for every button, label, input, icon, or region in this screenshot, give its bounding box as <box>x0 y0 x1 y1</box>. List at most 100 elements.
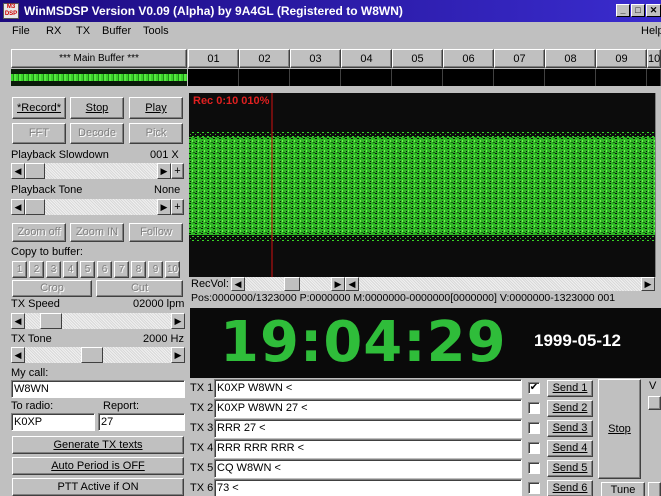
copy-slot-button[interactable]: 10 <box>165 261 180 278</box>
fft-button[interactable]: FFT <box>12 123 66 144</box>
crop-button[interactable]: Crop <box>12 280 92 297</box>
zoom-off-button[interactable]: Zoom off <box>12 223 66 242</box>
to-radio-field[interactable]: K0XP <box>11 413 95 431</box>
scroll-left-icon[interactable]: ◀ <box>11 347 25 363</box>
tx-send-button[interactable]: Send 4 <box>547 440 593 457</box>
menu-help[interactable]: Help <box>641 22 661 40</box>
buffer-slot-tab[interactable]: 06 <box>443 49 494 68</box>
buffer-slot-tab[interactable]: 08 <box>545 49 596 68</box>
tx-text-field[interactable]: RRR 27 < <box>214 419 522 438</box>
slowdown-plus-button[interactable]: + <box>171 163 184 179</box>
tx-tone-slider[interactable]: ◀ ▶ <box>11 347 185 363</box>
buffer-slot-preview[interactable] <box>290 69 341 86</box>
pick-button[interactable]: Pick <box>129 123 183 144</box>
right-panel-button-bottom[interactable] <box>648 482 661 496</box>
tx-text-field[interactable]: RRR RRR RRR < <box>214 439 522 458</box>
tx-send-button[interactable]: Send 5 <box>547 460 593 477</box>
scroll-left-icon[interactable]: ◀ <box>345 277 359 291</box>
menu-tx[interactable]: TX <box>76 22 90 40</box>
record-button[interactable]: *Record* <box>12 97 66 119</box>
copy-slot-button[interactable]: 1 <box>12 261 27 278</box>
scroll-left-icon[interactable]: ◀ <box>11 163 25 179</box>
zoom-in-button[interactable]: Zoom IN <box>70 223 124 242</box>
copy-slot-button[interactable]: 6 <box>97 261 112 278</box>
scroll-right-icon[interactable]: ▶ <box>641 277 655 291</box>
menu-file[interactable]: File <box>12 22 30 40</box>
tx-speed-slider[interactable]: ◀ ▶ <box>11 313 185 329</box>
tx-checkbox[interactable] <box>528 422 540 434</box>
slider-thumb[interactable] <box>80 347 103 363</box>
playback-slowdown-slider[interactable]: ◀ ▶ <box>11 163 171 179</box>
generate-tx-button[interactable]: Generate TX texts <box>12 436 184 454</box>
buffer-slot-tab[interactable]: 10 <box>647 49 661 68</box>
main-buffer-tab[interactable]: *** Main Buffer *** <box>11 49 187 68</box>
tx-checkbox[interactable]: ✔ <box>528 382 540 394</box>
buffer-slot-preview[interactable] <box>341 69 392 86</box>
tune-button[interactable]: Tune <box>601 482 645 496</box>
tx-text-field[interactable]: K0XP W8WN < <box>214 379 522 398</box>
menu-rx[interactable]: RX <box>46 22 61 40</box>
menu-buffer[interactable]: Buffer <box>102 22 131 40</box>
buffer-slot-tab[interactable]: 05 <box>392 49 443 68</box>
decode-button[interactable]: Decode <box>70 123 124 144</box>
buffer-slot-preview[interactable] <box>239 69 290 86</box>
copy-slot-button[interactable]: 3 <box>46 261 61 278</box>
tx-checkbox[interactable] <box>528 442 540 454</box>
copy-slot-button[interactable]: 4 <box>63 261 78 278</box>
tx-send-button[interactable]: Send 2 <box>547 400 593 417</box>
scroll-right-icon[interactable]: ▶ <box>171 313 185 329</box>
tone-plus-button[interactable]: + <box>171 199 184 215</box>
copy-slot-button[interactable]: 2 <box>29 261 44 278</box>
scroll-right-icon[interactable]: ▶ <box>331 277 345 291</box>
report-field[interactable]: 27 <box>98 413 185 431</box>
slider-thumb[interactable] <box>25 199 45 215</box>
buffer-slot-preview[interactable] <box>443 69 494 86</box>
buffer-slot-preview[interactable] <box>188 69 239 86</box>
follow-button[interactable]: Follow <box>129 223 183 242</box>
cut-button[interactable]: Cut <box>96 280 183 297</box>
copy-slot-button[interactable]: 7 <box>114 261 129 278</box>
main-buffer-preview[interactable] <box>11 69 187 86</box>
ptt-active-button[interactable]: PTT Active if ON <box>12 478 184 496</box>
tx-send-button[interactable]: Send 3 <box>547 420 593 437</box>
tx-stop-button[interactable]: Stop <box>598 379 641 479</box>
stop-button[interactable]: Stop <box>70 97 124 119</box>
tx-checkbox[interactable] <box>528 462 540 474</box>
tx-text-field[interactable]: CQ W8WN < <box>214 459 522 478</box>
maximize-button[interactable]: □ <box>631 4 645 17</box>
menu-tools[interactable]: Tools <box>143 22 169 40</box>
minimize-button[interactable]: _ <box>616 4 630 17</box>
tx-text-field[interactable]: K0XP W8WN 27 < <box>214 399 522 418</box>
waveform-display[interactable]: Rec 0:10 010% <box>189 93 655 277</box>
scroll-left-icon[interactable]: ◀ <box>11 313 25 329</box>
buffer-slot-tab[interactable]: 07 <box>494 49 545 68</box>
copy-slot-button[interactable]: 9 <box>148 261 163 278</box>
buffer-slot-preview[interactable] <box>494 69 545 86</box>
my-call-field[interactable]: W8WN <box>11 380 185 398</box>
copy-slot-button[interactable]: 8 <box>131 261 146 278</box>
waveform-vscroll[interactable] <box>655 93 661 277</box>
right-panel-button[interactable] <box>648 396 661 410</box>
tx-send-button[interactable]: Send 6 <box>547 480 593 496</box>
slider-thumb[interactable] <box>39 313 62 329</box>
slider-thumb[interactable] <box>25 163 45 179</box>
tx-checkbox[interactable] <box>528 482 540 494</box>
tx-checkbox[interactable] <box>528 402 540 414</box>
tx-send-button[interactable]: Send 1 <box>547 380 593 397</box>
scroll-right-icon[interactable]: ▶ <box>157 199 171 215</box>
buffer-slot-tab[interactable]: 01 <box>188 49 239 68</box>
recvol-thumb[interactable] <box>283 277 300 291</box>
buffer-slot-preview[interactable] <box>545 69 596 86</box>
close-button[interactable]: ✕ <box>646 4 661 17</box>
copy-slot-button[interactable]: 5 <box>80 261 95 278</box>
tx-text-field[interactable]: 73 < <box>214 479 522 496</box>
buffer-slot-preview[interactable] <box>392 69 443 86</box>
scroll-left-icon[interactable]: ◀ <box>231 277 245 291</box>
recvol-slider[interactable]: ◀ ▶ ◀ ▶ <box>231 277 655 291</box>
buffer-slot-tab[interactable]: 09 <box>596 49 647 68</box>
buffer-slot-tab[interactable]: 03 <box>290 49 341 68</box>
buffer-slot-tab[interactable]: 04 <box>341 49 392 68</box>
buffer-slot-tab[interactable]: 02 <box>239 49 290 68</box>
scroll-right-icon[interactable]: ▶ <box>157 163 171 179</box>
playback-tone-slider[interactable]: ◀ ▶ <box>11 199 171 215</box>
